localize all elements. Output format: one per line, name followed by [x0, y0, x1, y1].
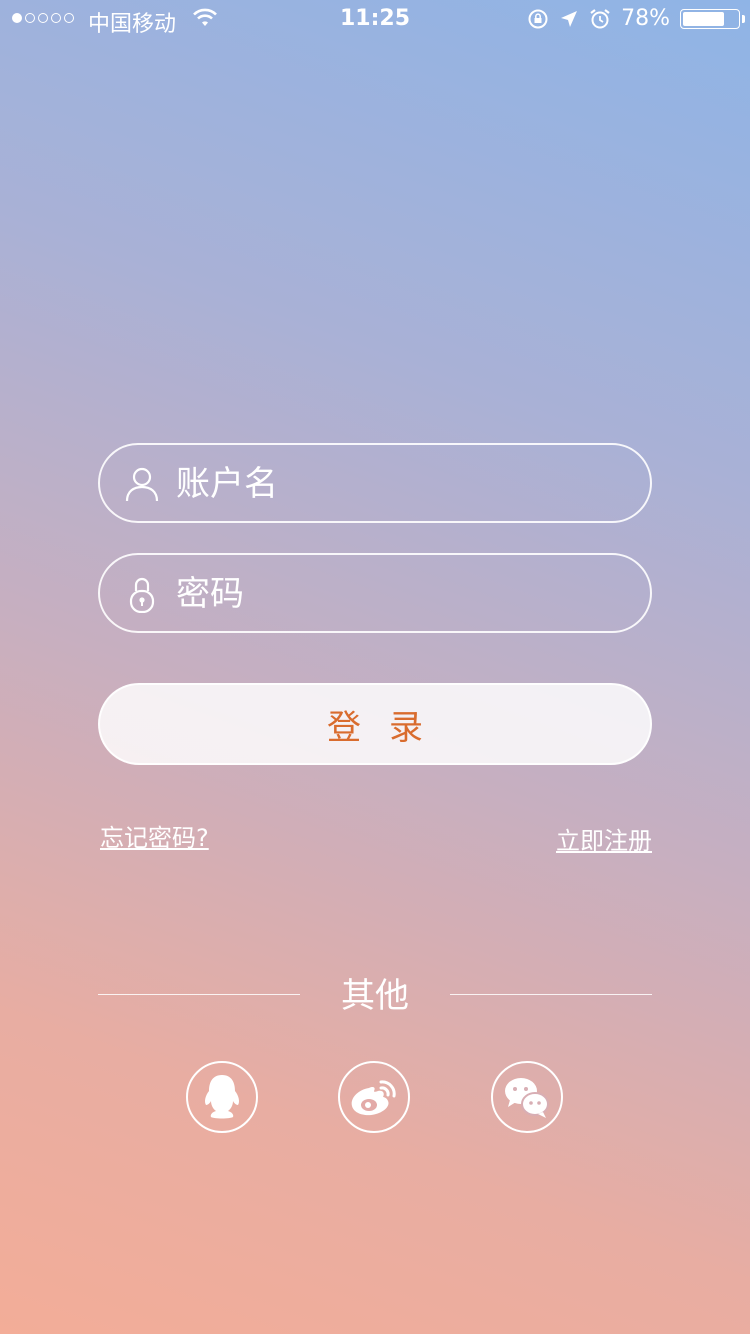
other-login-label: 其他 [341, 976, 409, 1016]
user-icon [125, 467, 159, 502]
qq-login-button[interactable] [186, 1061, 258, 1133]
location-arrow-icon [561, 10, 578, 27]
divider-right [450, 994, 652, 995]
status-bar: 中国移动 11:25 78% [0, 0, 750, 40]
username-input[interactable] [174, 445, 618, 523]
login-button[interactable]: 登录 [98, 683, 652, 765]
password-field[interactable] [98, 553, 652, 633]
qq-icon [205, 1075, 239, 1119]
username-field[interactable] [98, 443, 652, 523]
battery-icon [680, 8, 745, 29]
forgot-password-link[interactable]: 忘记密码? [100, 818, 209, 853]
lock-icon [129, 577, 155, 613]
register-link[interactable]: 立即注册 [556, 821, 652, 856]
rotation-lock-icon [528, 9, 548, 28]
battery-percent: 78% [621, 6, 670, 31]
weibo-login-button[interactable] [338, 1061, 410, 1133]
wechat-login-button[interactable] [491, 1061, 563, 1133]
wechat-icon [505, 1078, 549, 1118]
alarm-icon [590, 8, 610, 28]
password-input[interactable] [174, 555, 618, 633]
weibo-icon [351, 1080, 396, 1116]
